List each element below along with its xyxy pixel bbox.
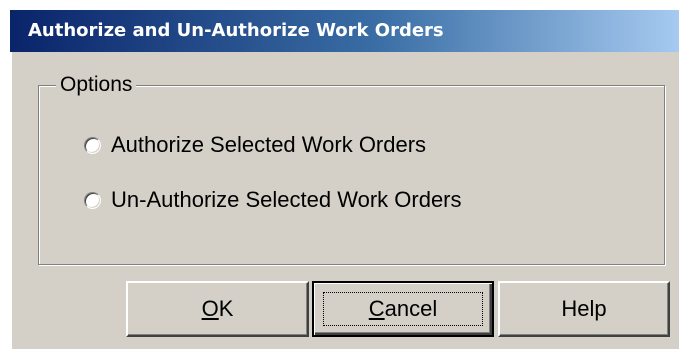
window-border-top [0,0,679,10]
authorize-radio[interactable]: Authorize Selected Work Orders [84,130,426,160]
unauthorize-radio-label[interactable]: Un-Authorize Selected Work Orders [111,187,462,213]
cancel-button-label: Cancel [369,296,437,322]
cancel-mnemonic: C [368,296,385,321]
radio-button-icon[interactable] [84,191,101,209]
options-groupbox [38,85,665,265]
window-frame-highlight [10,52,12,349]
title-bar[interactable]: Authorize and Un-Authorize Work Orders [10,10,679,52]
ok-button[interactable]: OK [126,281,309,337]
dialog-window: Authorize and Un-Authorize Work Orders O… [0,0,679,349]
ok-button-label: OK [202,296,234,322]
help-button[interactable]: Help [498,281,670,337]
cancel-button[interactable]: Cancel [312,281,494,337]
help-button-label: Help [561,296,607,321]
authorize-radio-label[interactable]: Authorize Selected Work Orders [111,132,426,158]
ok-mnemonic: O [201,296,219,321]
unauthorize-radio[interactable]: Un-Authorize Selected Work Orders [84,185,462,215]
radio-button-icon[interactable] [84,136,101,154]
window-title: Authorize and Un-Authorize Work Orders [28,20,444,41]
ok-label-rest: K [218,296,234,321]
options-legend: Options [56,73,137,97]
window-border-left [0,0,10,349]
cancel-label-rest: ancel [384,296,438,321]
